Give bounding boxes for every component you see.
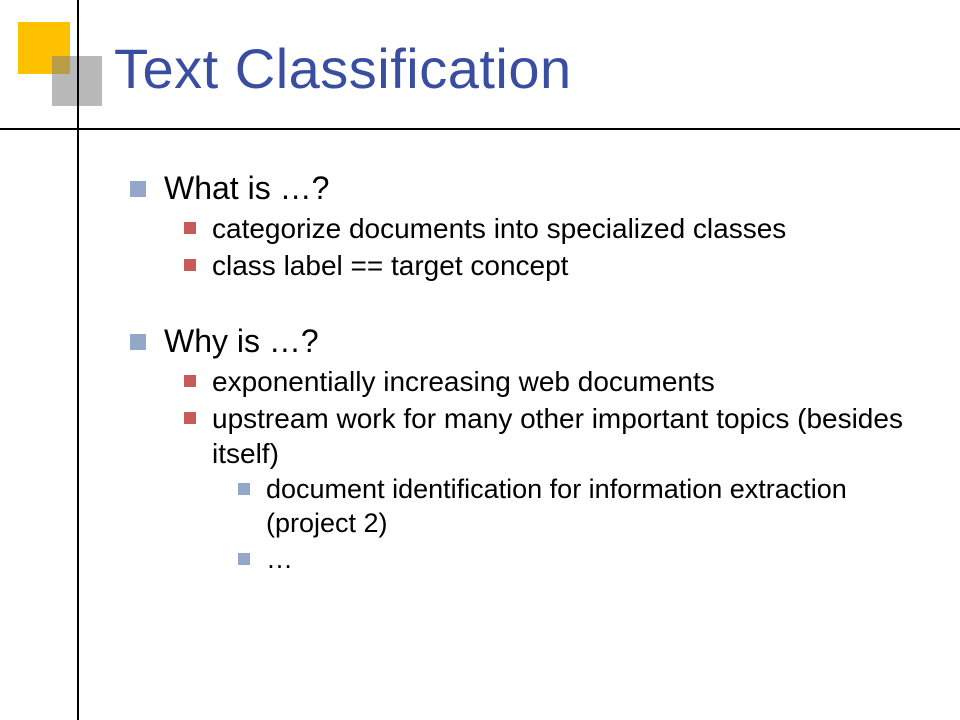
divider-horizontal xyxy=(0,128,960,130)
square-bullet-icon xyxy=(130,181,146,197)
list-item-text: class label == target concept xyxy=(212,248,568,283)
square-bullet-icon xyxy=(184,222,196,234)
list-item: What is …? xyxy=(130,170,920,207)
list-item: upstream work for many other important t… xyxy=(184,401,920,471)
square-bullet-icon xyxy=(184,375,196,387)
square-bullet-icon xyxy=(238,553,250,565)
list-item: class label == target concept xyxy=(184,248,920,283)
list-item-text: upstream work for many other important t… xyxy=(212,401,920,471)
list-item-text: exponentially increasing web documents xyxy=(212,364,715,399)
list-item-text: document identification for information … xyxy=(266,473,920,541)
list-item-text: What is …? xyxy=(164,170,329,207)
list-item: Why is …? xyxy=(130,323,920,360)
list-item: exponentially increasing web documents xyxy=(184,364,920,399)
square-bullet-icon xyxy=(184,412,196,424)
divider-vertical xyxy=(77,0,79,720)
list-item-text: categorize documents into specialized cl… xyxy=(212,211,786,246)
list-item: document identification for information … xyxy=(238,473,920,541)
square-bullet-icon xyxy=(130,334,146,350)
list-item-text: … xyxy=(266,543,293,577)
list-item-text: Why is …? xyxy=(164,323,319,360)
slide-title: Text Classification xyxy=(114,36,572,101)
slide-content: What is …? categorize documents into spe… xyxy=(130,160,920,578)
square-bullet-icon xyxy=(238,483,250,495)
list-item: categorize documents into specialized cl… xyxy=(184,211,920,246)
list-item: … xyxy=(238,543,920,577)
square-bullet-icon xyxy=(184,259,196,271)
